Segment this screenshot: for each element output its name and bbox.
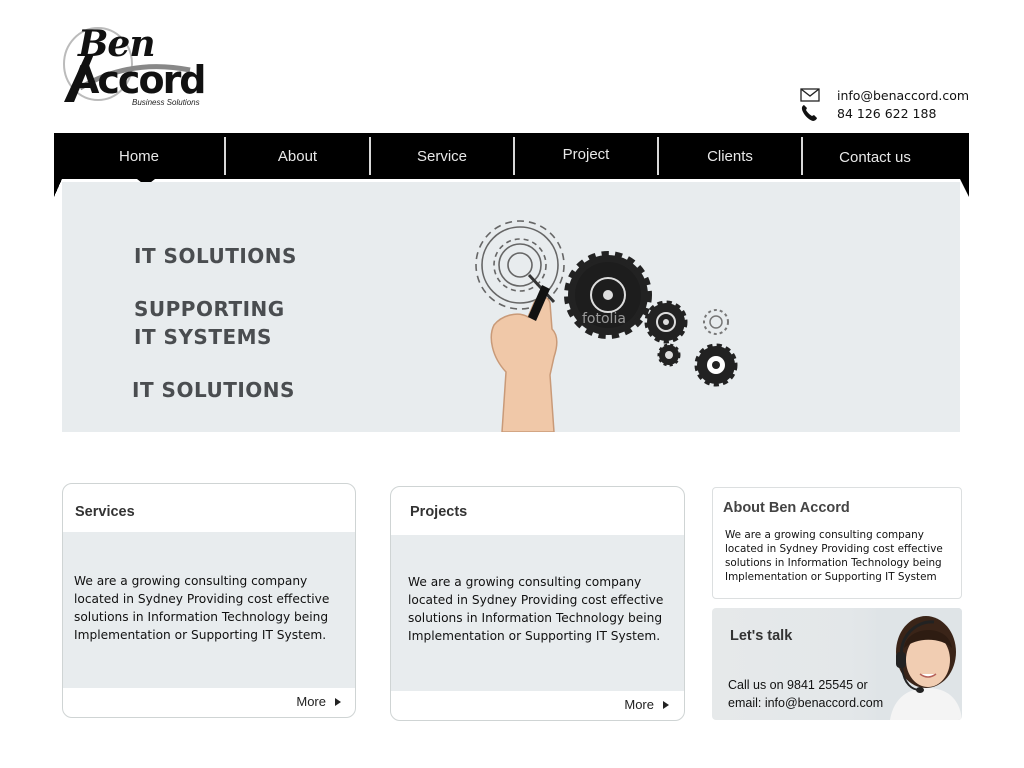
banner-watermark: fotolia xyxy=(582,311,626,327)
nav-corner-left xyxy=(54,179,62,197)
nav-item-about[interactable]: About xyxy=(226,133,369,179)
projects-card: Projects We are a growing consulting com… xyxy=(390,486,685,721)
phone-icon xyxy=(800,104,837,122)
more-label: More xyxy=(624,697,654,712)
page: Ben Accord Business Solutions info@benac… xyxy=(0,0,1024,768)
logo-tagline: Business Solutions xyxy=(132,98,200,107)
lets-talk-box[interactable]: Let's talk Call us on 9841 25545 or emai… xyxy=(712,608,962,720)
banner-line: IT SOLUTIONS xyxy=(134,244,297,268)
hand-gears-illustration: fotolia xyxy=(475,220,738,432)
projects-text: We are a growing consulting company loca… xyxy=(408,575,664,643)
lets-talk-email[interactable]: email: info@benaccord.com xyxy=(728,694,883,712)
logo-text-accord: Accord xyxy=(70,58,207,102)
logo[interactable]: Ben Accord Business Solutions xyxy=(60,24,210,110)
contact-email-row: info@benaccord.com xyxy=(800,86,980,104)
card-body: We are a growing consulting company loca… xyxy=(391,535,684,691)
card-header: Projects xyxy=(391,487,684,535)
banner-line: SUPPORTING xyxy=(134,297,285,321)
projects-title: Projects xyxy=(410,504,468,520)
nav-item-contact-us[interactable]: Contact us xyxy=(803,133,947,179)
projects-more-link[interactable]: More xyxy=(624,697,669,712)
contact-email[interactable]: info@benaccord.com xyxy=(837,88,969,103)
envelope-icon xyxy=(800,88,837,102)
about-title: About Ben Accord xyxy=(723,500,850,516)
banner-line: IT SYSTEMS xyxy=(134,325,272,349)
contact-phone-row: 84 126 622 188 xyxy=(800,104,980,122)
nav-item-clients[interactable]: Clients xyxy=(659,133,801,179)
about-text: We are a growing consulting company loca… xyxy=(725,529,943,583)
support-agent-photo xyxy=(876,608,962,720)
lets-talk-phone: Call us on 9841 25545 or xyxy=(728,678,868,692)
contact-phone: 84 126 622 188 xyxy=(837,105,937,121)
nav-item-service[interactable]: Service xyxy=(371,133,513,179)
nav-corner-right xyxy=(960,179,969,197)
banner-line: IT SOLUTIONS xyxy=(132,378,295,402)
about-box: About Ben Accord We are a growing consul… xyxy=(712,487,962,599)
hero-banner: IT SOLUTIONS SUPPORTING IT SYSTEMS IT SO… xyxy=(62,182,960,432)
lets-talk-title: Let's talk xyxy=(730,628,793,644)
card-header: Services xyxy=(63,484,355,532)
header-contact: info@benaccord.com 84 126 622 188 xyxy=(800,86,980,122)
more-label: More xyxy=(296,694,326,709)
nav-item-home[interactable]: Home xyxy=(54,133,224,179)
main-nav: Home About Service Project Clients Conta… xyxy=(54,133,969,179)
nav-item-project[interactable]: Project xyxy=(515,133,657,179)
services-title: Services xyxy=(75,504,135,520)
arrow-right-icon xyxy=(663,700,669,709)
services-more-link[interactable]: More xyxy=(296,694,341,709)
services-card: Services We are a growing consulting com… xyxy=(62,483,356,718)
card-body: We are a growing consulting company loca… xyxy=(63,532,355,688)
lets-talk-text: Call us on 9841 25545 or email: info@ben… xyxy=(728,676,883,712)
arrow-right-icon xyxy=(335,697,341,706)
services-text: We are a growing consulting company loca… xyxy=(74,574,330,642)
